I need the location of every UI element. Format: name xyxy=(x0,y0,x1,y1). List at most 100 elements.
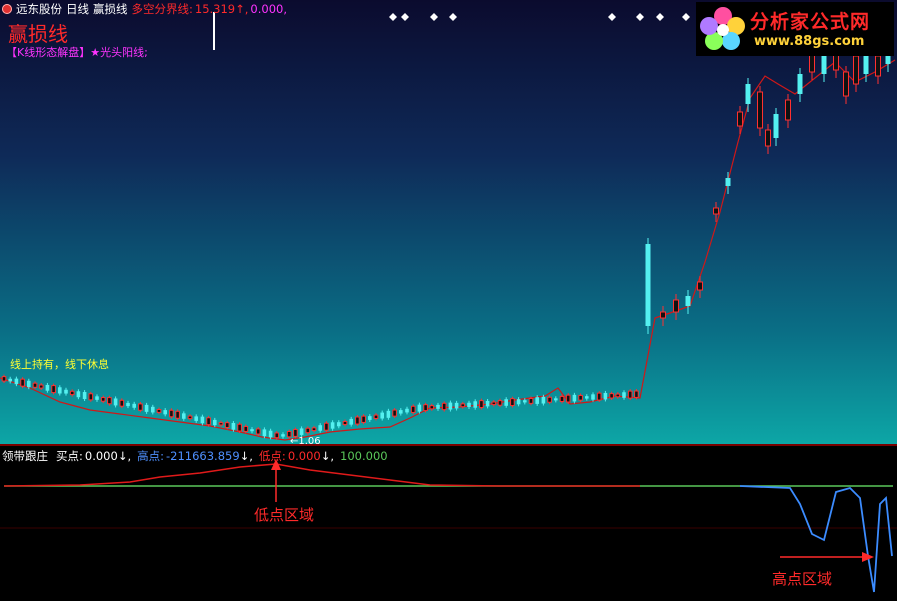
candle-body xyxy=(535,397,539,404)
candle-body xyxy=(441,402,447,411)
candle-body xyxy=(523,400,527,403)
candle-body xyxy=(479,400,484,409)
candle-body xyxy=(58,387,62,394)
candle-body xyxy=(342,420,348,426)
candle-body xyxy=(218,422,224,426)
candle-body xyxy=(206,417,211,426)
candle-body xyxy=(268,430,273,438)
candle-body xyxy=(591,394,595,400)
red-line xyxy=(3,463,640,487)
candle-body xyxy=(386,410,391,418)
candle-body xyxy=(609,393,614,399)
candle-body xyxy=(528,398,534,404)
down-arrow-icon: ↓ xyxy=(320,449,331,463)
sub-indicator-chart[interactable] xyxy=(0,446,897,601)
candle-body xyxy=(361,415,366,423)
candle-body xyxy=(497,400,503,406)
signal-marker xyxy=(636,13,644,21)
candle-body xyxy=(634,390,639,398)
fourth-value: 100.000 xyxy=(340,449,388,463)
indicator-title: 赢损线 xyxy=(8,22,68,46)
candle-body xyxy=(853,55,859,85)
watermark-logo: 分析家公式网 www.88gs.com xyxy=(696,2,894,56)
candle-body xyxy=(765,129,771,147)
candle-body xyxy=(429,405,435,410)
signal-markers xyxy=(213,12,690,50)
up-arrow-icon: ↑ xyxy=(235,2,245,16)
candle-body xyxy=(355,416,360,425)
indicator-name: 赢损线 xyxy=(93,2,128,16)
sub-indicator-panel[interactable]: 领带跟庄 买点: 0.000↓, 高点: -211663.859↓, 低点: 0.000↓,… xyxy=(0,446,897,601)
candle-body xyxy=(436,404,440,409)
candle-body xyxy=(82,392,87,400)
signal-marker xyxy=(430,13,438,21)
candle-body xyxy=(113,398,118,406)
sub-indicator-header: 领带跟庄 买点: 0.000↓, 高点: -211663.859↓, 低点: 0.000↓,… xyxy=(2,448,390,464)
candle-body xyxy=(673,299,679,313)
candle-body xyxy=(504,399,508,406)
candlestick-chart[interactable] xyxy=(0,0,897,444)
candle-body xyxy=(585,396,589,399)
candle-body xyxy=(169,409,174,418)
high-zone-label: 高点区域 xyxy=(772,570,833,588)
candle-body xyxy=(349,418,353,425)
candle-body xyxy=(467,402,471,408)
star-label: ★光头阳线; xyxy=(90,46,148,59)
candle-body xyxy=(797,74,803,94)
candle-body xyxy=(645,244,651,326)
signal-marker xyxy=(656,13,664,21)
separator-comma: , xyxy=(244,2,249,16)
down-arrow-icon: ↓ xyxy=(117,449,128,463)
low-label: 低点: xyxy=(258,449,286,463)
buy-label: 买点: xyxy=(56,449,83,463)
candle-body xyxy=(485,400,490,407)
candle-body xyxy=(237,423,242,432)
candle-body xyxy=(578,394,583,401)
candle-body xyxy=(32,382,38,388)
candle-body xyxy=(685,296,691,306)
candle-body xyxy=(45,384,50,391)
separator-comma: , xyxy=(283,2,288,16)
candle-body xyxy=(773,114,779,138)
flower-logo-icon xyxy=(700,7,745,50)
buy-value: 0.000 xyxy=(84,449,118,463)
candle-body xyxy=(69,390,75,396)
dividing-line-label: 多空分界线: xyxy=(131,2,193,16)
candle-body xyxy=(255,428,261,435)
candle-body xyxy=(405,408,409,413)
candle-body xyxy=(603,392,608,400)
candle-body xyxy=(318,425,322,431)
candle-body xyxy=(547,396,552,403)
candle-body xyxy=(392,409,397,417)
candle-body xyxy=(262,429,267,437)
candle-body xyxy=(132,403,136,408)
candle-body xyxy=(274,432,280,439)
candle-body xyxy=(8,378,12,382)
stock-name[interactable]: 远东股份 xyxy=(16,2,62,16)
candle-body xyxy=(38,384,44,389)
candle-body xyxy=(615,393,621,398)
high-value: -211663.859 xyxy=(165,449,240,463)
main-chart-panel[interactable]: 远东股份 日线 赢损线 多空分界线: 15.319↑, 0.000, 赢损线 【K线形态解… xyxy=(0,0,897,444)
candle-body xyxy=(281,434,285,437)
candle-body xyxy=(559,395,565,402)
candle-body xyxy=(516,399,521,405)
candle-body xyxy=(410,405,416,413)
candle-body xyxy=(14,378,19,385)
candle-body xyxy=(27,380,31,388)
separator-comma: , xyxy=(127,449,132,463)
candle-body xyxy=(380,412,384,419)
app-icon[interactable] xyxy=(2,4,12,14)
candle-body xyxy=(20,378,25,387)
candle-body xyxy=(745,84,751,104)
candles xyxy=(1,34,891,440)
candle-body xyxy=(510,398,515,407)
candle-body xyxy=(187,415,193,420)
candle-body xyxy=(622,392,626,398)
period-label[interactable]: 日线 xyxy=(66,2,89,16)
candle-body xyxy=(182,413,186,419)
candle-body xyxy=(138,403,143,411)
candle-body xyxy=(330,422,335,429)
chart-header: 远东股份 日线 赢损线 多空分界线: 15.319↑, 0.000, xyxy=(2,1,291,17)
separator-comma: , xyxy=(330,449,335,463)
